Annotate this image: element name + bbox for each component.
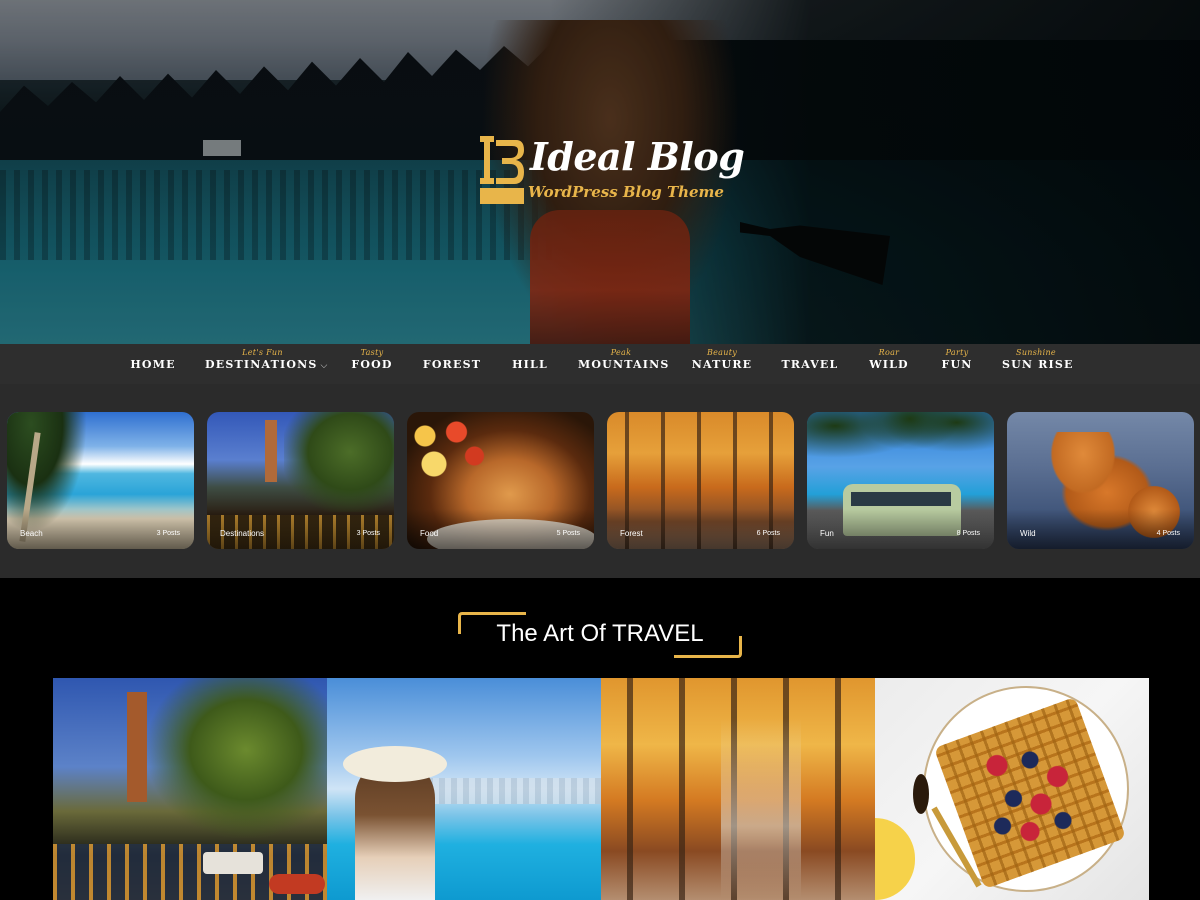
nav-item-tag: Peak [610,348,632,357]
hero-banner: Ideal Blog WordPress Blog Theme [0,0,1200,344]
category-card-food[interactable]: Food 5 Posts [407,412,594,549]
red-boat-shape [269,874,325,894]
site-logo[interactable]: Ideal Blog WordPress Blog Theme [480,134,745,208]
category-count: 6 Posts [756,530,780,537]
nav-item-food[interactable]: Tasty FOOD [348,344,396,384]
category-card-fun[interactable]: Fun 8 Posts [807,412,994,549]
gallery-item-pool-woman[interactable] [327,678,601,900]
category-name: Fun [820,529,834,538]
nav-item-fun[interactable]: Party FUN [936,344,978,384]
nav-item-forest[interactable]: FOREST [422,344,482,384]
site-title: Ideal Blog [530,134,745,179]
lemon-slice-shape [875,818,915,900]
church-tower-shape [265,420,277,482]
beach-van-image [807,412,994,549]
category-count: 3 Posts [156,530,180,537]
nav-item-label: WILD [869,358,909,371]
nav-item-tag: Roar [878,348,900,357]
nav-item-tag: Sunshine [1016,348,1056,357]
nav-item-label: TRAVEL [781,358,839,371]
gallery-item-canal-city[interactable] [53,678,327,900]
chevron-down-icon: ⌵ [320,361,329,371]
gallery-item-waffle[interactable] [875,678,1149,900]
nav-item-label: FOREST [422,358,482,371]
palms-shape [807,412,994,482]
nav-item-tag: Party [945,348,969,357]
category-card-destinations[interactable]: Destinations 3 Posts [207,412,394,549]
nav-item-sun-rise[interactable]: Sunshine SUN RISE [1002,344,1074,384]
category-name: Wild [1020,529,1036,538]
category-name: Beach [20,529,43,538]
category-count: 3 Posts [356,530,380,537]
nav-item-destinations[interactable]: Let's Fun DESTINATIONS ⌵ [205,344,327,384]
logo-mark-icon [480,136,524,204]
category-name: Food [420,529,439,538]
nav-item-label: FOOD [351,358,393,371]
church-tower-shape [127,692,147,802]
nav-item-label: MOUNTAINS [578,358,670,371]
nav-item-tag: Beauty [706,348,738,357]
nav-item-label-text: DESTINATIONS [205,358,318,371]
nav-item-travel[interactable]: TRAVEL [778,344,842,384]
bokeh-lights-shape [407,412,497,492]
nav-item-label: HILL [512,358,548,371]
section-heading: The Art Of TRAVEL [0,612,1200,662]
van-window-shape [851,492,951,506]
main-navigation: HOME Let's Fun DESTINATIONS ⌵ Tasty FOOD … [0,344,1200,384]
category-strip: Beach 3 Posts Destinations 3 Posts Food … [0,384,1200,578]
category-count: 8 Posts [956,530,980,537]
nav-item-nature[interactable]: Beauty NATURE [690,344,754,384]
category-count: 5 Posts [556,530,580,537]
boat-shape [203,852,263,874]
nav-item-label: SUN RISE [1002,358,1074,371]
nav-item-label: HOME [130,358,176,371]
category-card-wild[interactable]: Wild 4 Posts [1007,412,1194,549]
spoon-shape [913,774,929,814]
section-title: The Art Of TRAVEL [496,620,704,647]
nav-item-label: DESTINATIONS ⌵ [205,358,327,371]
category-name: Forest [620,529,643,538]
nav-item-label: FUN [941,358,973,371]
nav-item-wild[interactable]: Roar WILD [866,344,912,384]
gallery-item-autumn-forest[interactable] [601,678,875,900]
nav-item-hill[interactable]: HILL [508,344,552,384]
nav-item-tag: Let's Fun [242,348,283,357]
category-card-forest[interactable]: Forest 6 Posts [607,412,794,549]
light-shaft-shape [721,718,801,898]
category-name: Destinations [220,529,265,538]
sun-hat-shape [343,746,447,782]
nav-item-mountains[interactable]: Peak MOUNTAINS [578,344,670,384]
berries-shape [975,738,1085,848]
palm-shape [7,412,87,532]
city-skyline-shape [427,778,601,804]
travel-gallery [53,678,1149,900]
nav-item-tag: Tasty [360,348,384,357]
category-card-beach[interactable]: Beach 3 Posts [7,412,194,549]
nav-item-home[interactable]: HOME [128,344,178,384]
category-count: 4 Posts [1156,530,1180,537]
trees-shape [284,412,394,512]
nav-item-label: NATURE [691,358,753,371]
site-tagline: WordPress Blog Theme [528,183,724,201]
trees-shape [147,678,327,838]
